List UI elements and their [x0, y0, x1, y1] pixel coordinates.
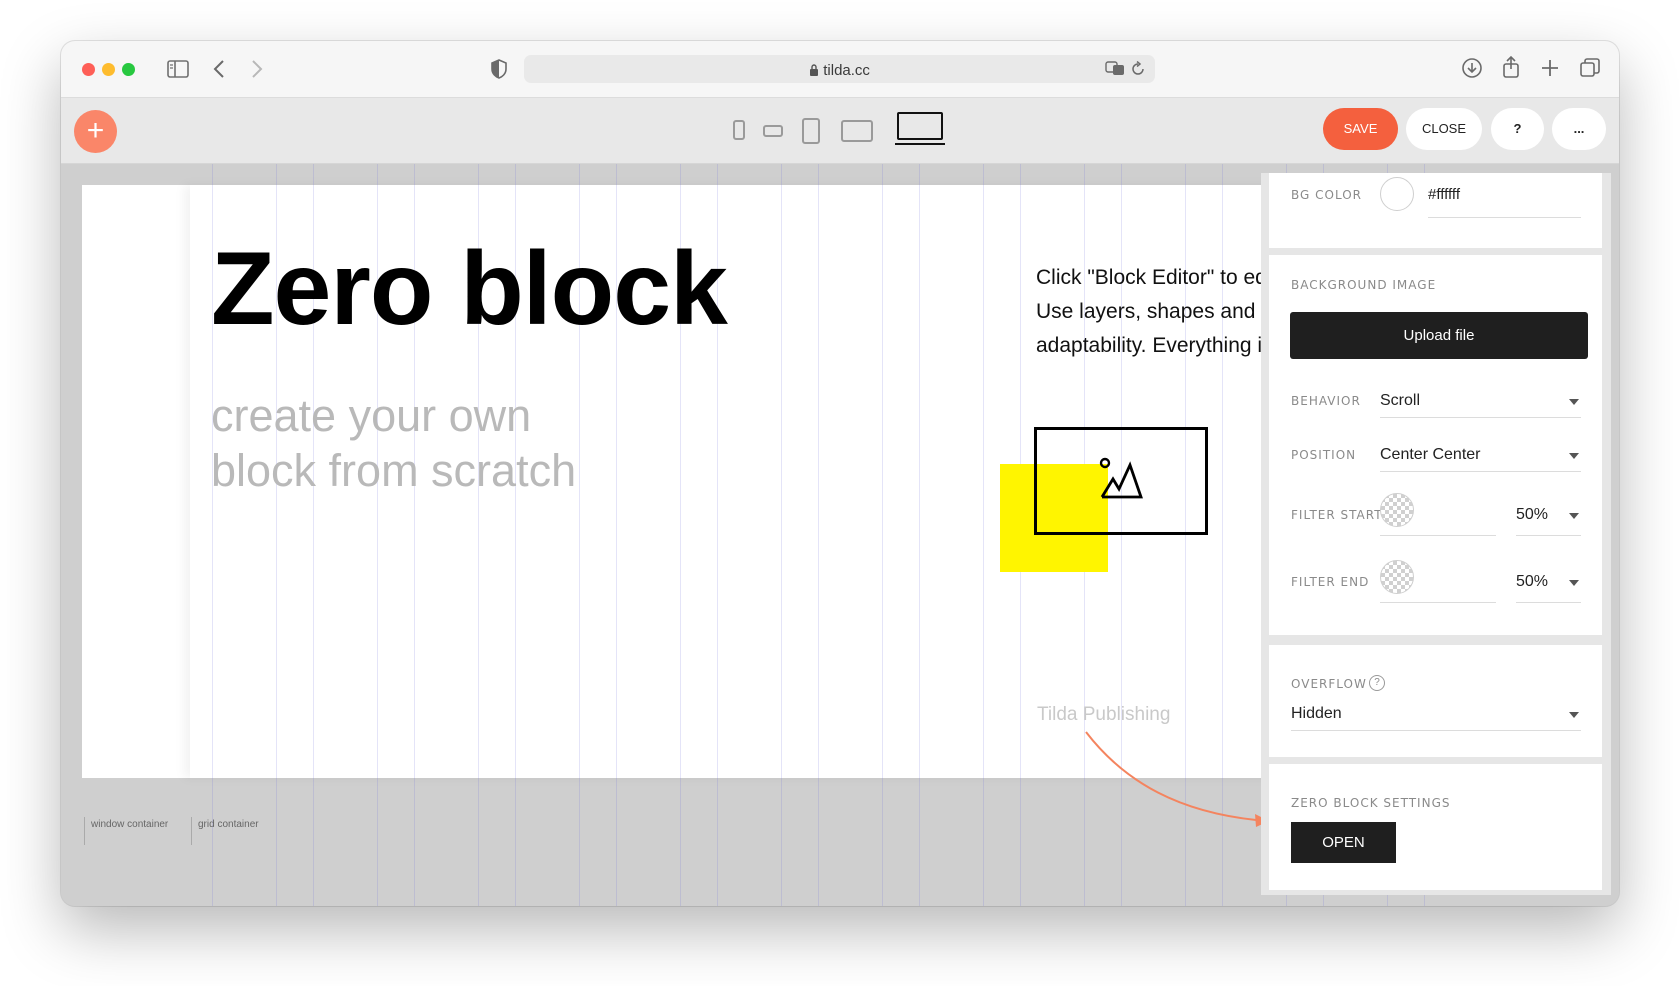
plus-icon: + — [86, 114, 105, 147]
save-button[interactable]: SAVE — [1323, 108, 1398, 150]
grid-line — [781, 164, 782, 906]
divider — [1380, 535, 1496, 536]
zero-block-settings-label: ZERO BLOCK SETTINGS — [1291, 796, 1451, 810]
back-icon[interactable] — [213, 59, 225, 82]
help-button[interactable]: ? — [1491, 108, 1544, 150]
close-window-button[interactable] — [82, 63, 95, 76]
minimize-window-button[interactable] — [102, 63, 115, 76]
browser-window: tilda.cc + SAVE CLOSE ? ... Zero block c… — [61, 41, 1619, 906]
filter-end-opacity-select[interactable]: 50% — [1516, 573, 1548, 591]
reload-icon[interactable] — [1131, 60, 1145, 80]
subtitle-line: create your own — [211, 390, 532, 441]
lock-icon — [809, 62, 823, 79]
chevron-down-icon[interactable] — [1569, 453, 1579, 459]
forward-icon[interactable] — [251, 59, 263, 82]
downloads-icon[interactable] — [1461, 57, 1483, 82]
more-button[interactable]: ... — [1552, 108, 1606, 150]
chevron-down-icon[interactable] — [1569, 580, 1579, 586]
tilda-publishing-text[interactable]: Tilda Publishing — [1037, 704, 1170, 726]
filter-start-label: FILTER START — [1291, 508, 1383, 522]
device-desktop-icon[interactable] — [895, 112, 945, 146]
annotation-arrow — [1085, 731, 1269, 827]
filter-start-swatch[interactable] — [1380, 493, 1414, 527]
open-zero-block-editor-button[interactable]: OPEN — [1291, 822, 1396, 863]
zero-block-subtitle[interactable]: create your own block from scratch — [211, 388, 576, 498]
overflow-help-icon[interactable]: ? — [1369, 675, 1385, 691]
bg-color-swatch[interactable] — [1380, 177, 1414, 211]
divider — [1291, 730, 1581, 731]
description-line: Click "Block Editor" to edit — [1036, 266, 1278, 289]
device-phone-landscape-icon[interactable] — [763, 125, 783, 137]
overflow-label: OVERFLOW — [1291, 677, 1367, 691]
browser-toolbar: tilda.cc — [61, 41, 1619, 98]
divider — [1516, 602, 1581, 603]
maximize-window-button[interactable] — [122, 63, 135, 76]
description-line: Use layers, shapes and — [1036, 300, 1256, 323]
subtitle-line: block from scratch — [211, 445, 577, 496]
url-label: tilda.cc — [823, 62, 870, 79]
position-label: POSITION — [1291, 448, 1357, 462]
bg-color-label: BG COLOR — [1291, 188, 1362, 202]
background-image-label: BACKGROUND IMAGE — [1291, 278, 1437, 292]
device-phone-portrait-icon[interactable] — [733, 120, 745, 140]
description-line: adaptability. Everything is — [1036, 334, 1273, 357]
editor-toolbar: + SAVE CLOSE ? ... — [61, 98, 1619, 164]
position-select[interactable]: Center Center — [1380, 446, 1481, 464]
settings-panel: BG COLOR #ffffff BACKGROUND IMAGE Upload… — [1261, 173, 1611, 895]
upload-file-button[interactable]: Upload file — [1290, 312, 1588, 359]
translate-icon[interactable] — [1105, 60, 1125, 79]
divider — [1380, 417, 1581, 418]
zero-block-title[interactable]: Zero block — [211, 230, 728, 349]
behavior-select[interactable]: Scroll — [1380, 392, 1420, 410]
url-text: tilda.cc — [524, 62, 1155, 79]
overflow-select[interactable]: Hidden — [1291, 705, 1342, 723]
grid-line — [919, 164, 920, 906]
zero-block-settings-card: ZERO BLOCK SETTINGS OPEN — [1269, 764, 1602, 890]
add-element-button[interactable]: + — [74, 110, 117, 153]
share-icon[interactable] — [1502, 55, 1520, 82]
divider — [1516, 535, 1581, 536]
close-button[interactable]: CLOSE — [1406, 108, 1482, 150]
image-placeholder[interactable] — [1034, 427, 1208, 535]
bg-color-card: BG COLOR #ffffff — [1269, 173, 1602, 248]
filter-start-opacity-select[interactable]: 50% — [1516, 506, 1548, 524]
grid-line — [882, 164, 883, 906]
background-card: BACKGROUND IMAGE Upload file BEHAVIOR Sc… — [1269, 255, 1602, 635]
behavior-label: BEHAVIOR — [1291, 394, 1361, 408]
chevron-down-icon[interactable] — [1569, 399, 1579, 405]
address-bar[interactable]: tilda.cc — [524, 55, 1155, 83]
filter-end-label: FILTER END — [1291, 575, 1370, 589]
divider — [1380, 602, 1496, 603]
zero-block-description[interactable]: Click "Block Editor" to edit Use layers,… — [1036, 261, 1282, 363]
new-tab-icon[interactable] — [1541, 59, 1559, 80]
device-tablet-landscape-icon[interactable] — [841, 120, 873, 142]
filter-end-swatch[interactable] — [1380, 560, 1414, 594]
device-tablet-portrait-icon[interactable] — [802, 118, 820, 144]
window-container-label: window container — [84, 817, 168, 845]
sidebar-toggle-icon[interactable] — [167, 60, 189, 81]
grid-line — [983, 164, 984, 906]
divider — [1380, 471, 1581, 472]
bg-color-value[interactable]: #ffffff — [1428, 186, 1460, 203]
overflow-card: OVERFLOW ? Hidden — [1269, 645, 1602, 757]
privacy-shield-icon[interactable] — [491, 59, 507, 82]
grid-container-label: grid container — [191, 817, 259, 845]
chevron-down-icon[interactable] — [1569, 712, 1579, 718]
grid-line — [818, 164, 819, 906]
chevron-down-icon[interactable] — [1569, 513, 1579, 519]
editor-canvas: Zero block create your own block from sc… — [61, 164, 1619, 906]
tab-overview-icon[interactable] — [1580, 58, 1600, 81]
divider — [1428, 217, 1581, 218]
image-icon — [1099, 457, 1143, 499]
